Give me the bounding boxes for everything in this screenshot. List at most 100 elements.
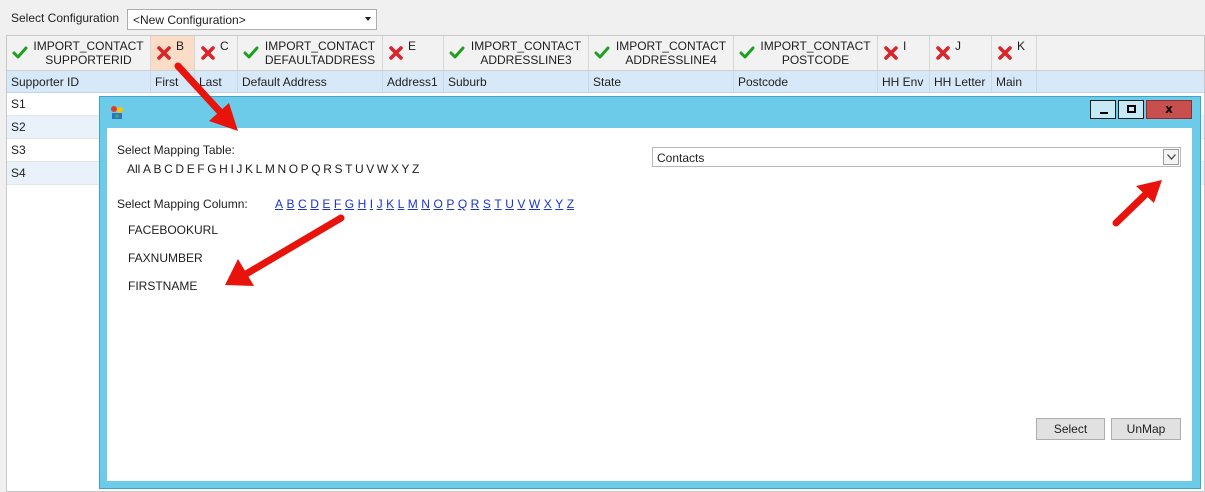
column-letter-link[interactable]: F [334, 197, 341, 211]
column-letter: C [220, 39, 229, 53]
table-letter[interactable]: E [187, 162, 195, 176]
column-letter-link[interactable]: X [544, 197, 552, 211]
column-letter-link[interactable]: D [310, 197, 319, 211]
column-letter-link[interactable]: H [358, 197, 367, 211]
table-letter[interactable]: I [230, 162, 233, 176]
column-letter-link[interactable]: E [322, 197, 330, 211]
column-mapping-line: IMPORT_CONTACT [33, 39, 144, 53]
mapping-column-item[interactable]: FAXNUMBER [128, 251, 203, 265]
table-letter[interactable]: O [289, 162, 298, 176]
field-header[interactable]: First [151, 71, 195, 93]
table-letter[interactable]: N [277, 162, 286, 176]
select-button[interactable]: Select [1036, 418, 1105, 440]
table-letter[interactable]: P [301, 162, 309, 176]
mapping-column-item[interactable]: FIRSTNAME [128, 279, 197, 293]
dialog-content: Select Mapping Table: All A B C D E F G H I J K L M N O… [107, 128, 1192, 481]
column-letter-link[interactable]: U [505, 197, 514, 211]
column-letter-link[interactable]: G [345, 197, 354, 211]
table-letter[interactable]: Y [401, 162, 409, 176]
table-letter[interactable]: Q [311, 162, 320, 176]
field-header[interactable]: Supporter ID [7, 71, 151, 93]
column-header-1[interactable]: B [151, 36, 195, 70]
column-mapping-line: IMPORT_CONTACT [760, 39, 871, 53]
column-header-10[interactable]: K [992, 36, 1037, 70]
table-letter[interactable]: R [323, 162, 332, 176]
table-letter[interactable]: C [164, 162, 173, 176]
field-header[interactable]: Address1 [383, 71, 444, 93]
table-letter[interactable]: B [154, 162, 162, 176]
table-letter[interactable]: X [391, 162, 399, 176]
table-letter[interactable]: All [127, 162, 140, 176]
column-letter-link[interactable]: Z [567, 197, 574, 211]
table-letter[interactable]: M [265, 162, 275, 176]
column-header-8[interactable]: I [878, 36, 930, 70]
column-letter: J [955, 39, 961, 53]
column-letter-link[interactable]: J [377, 197, 383, 211]
column-letter-link[interactable]: T [494, 197, 501, 211]
app-icon [111, 106, 123, 119]
table-letter[interactable]: Z [412, 162, 419, 176]
field-header[interactable]: HH Env [878, 71, 930, 93]
table-letter[interactable]: V [366, 162, 374, 176]
mapping-column-item[interactable]: FACEBOOKURL [128, 223, 218, 237]
column-letter-link[interactable]: O [433, 197, 442, 211]
field-header[interactable]: State [589, 71, 734, 93]
table-letter[interactable]: F [197, 162, 204, 176]
supporter-id-cell: S1 [11, 97, 26, 111]
column-header-6[interactable]: IMPORT_CONTACT ADDRESSLINE4 [589, 36, 734, 70]
field-header[interactable]: Last [195, 71, 238, 93]
field-header[interactable]: HH Letter [930, 71, 992, 93]
column-header-0[interactable]: IMPORT_CONTACT SUPPORTERID [7, 36, 151, 70]
field-header[interactable]: Postcode [734, 71, 878, 93]
table-letter[interactable]: D [175, 162, 184, 176]
column-letter-link[interactable]: W [529, 197, 540, 211]
field-header[interactable]: Default Address [238, 71, 383, 93]
column-mapping-line: SUPPORTERID [45, 53, 132, 67]
column-letter-link[interactable]: C [298, 197, 307, 211]
column-letter-link[interactable]: Y [555, 197, 563, 211]
column-letter-link[interactable]: P [446, 197, 454, 211]
column-header-5[interactable]: IMPORT_CONTACT ADDRESSLINE3 [444, 36, 589, 70]
column-header-3[interactable]: IMPORT_CONTACT DEFAULTADDRESS [238, 36, 383, 70]
column-letter-link[interactable]: V [517, 197, 525, 211]
table-letter[interactable]: T [345, 162, 352, 176]
table-letter[interactable]: U [355, 162, 364, 176]
configuration-dropdown[interactable]: <New Configuration> [127, 9, 377, 30]
minimize-button[interactable] [1090, 100, 1116, 119]
column-letter-link[interactable]: K [386, 197, 394, 211]
dropdown-button[interactable] [1163, 149, 1179, 165]
table-letter[interactable]: L [256, 162, 263, 176]
table-letter[interactable]: H [219, 162, 228, 176]
mapping-table-dropdown[interactable]: Contacts [652, 147, 1181, 167]
unmap-button[interactable]: UnMap [1111, 418, 1181, 440]
table-letter[interactable]: S [334, 162, 342, 176]
column-letter-link[interactable]: R [471, 197, 480, 211]
column-letter: E [408, 39, 417, 53]
column-letter-link[interactable]: L [398, 197, 405, 211]
error-x-icon [388, 45, 404, 61]
column-letter-link[interactable]: S [483, 197, 491, 211]
field-header[interactable]: Suburb [444, 71, 589, 93]
column-letter-link[interactable]: Q [458, 197, 467, 211]
column-header-7[interactable]: IMPORT_CONTACT POSTCODE [734, 36, 878, 70]
maximize-button[interactable] [1118, 100, 1144, 119]
table-letter[interactable]: W [377, 162, 388, 176]
column-letter-link[interactable]: M [408, 197, 418, 211]
table-letter[interactable]: G [207, 162, 216, 176]
column-letter: B [176, 39, 185, 53]
field-header[interactable]: Main [992, 71, 1037, 93]
column-letter-link[interactable]: B [287, 197, 295, 211]
table-letter[interactable]: A [143, 162, 151, 176]
minimize-icon [1100, 112, 1108, 114]
table-letter[interactable]: K [245, 162, 253, 176]
column-letter-link[interactable]: A [275, 197, 283, 211]
table-letter[interactable]: J [236, 162, 242, 176]
column-letter-link[interactable]: I [370, 197, 373, 211]
column-mapping-name: IMPORT_CONTACT SUPPORTERID [29, 39, 148, 67]
column-header-2[interactable]: C [195, 36, 238, 70]
column-mapping-name: IMPORT_CONTACT ADDRESSLINE4 [611, 39, 731, 67]
column-header-4[interactable]: E [383, 36, 444, 70]
column-header-9[interactable]: J [930, 36, 992, 70]
column-letter-link[interactable]: N [421, 197, 430, 211]
close-button[interactable]: x [1146, 100, 1192, 119]
